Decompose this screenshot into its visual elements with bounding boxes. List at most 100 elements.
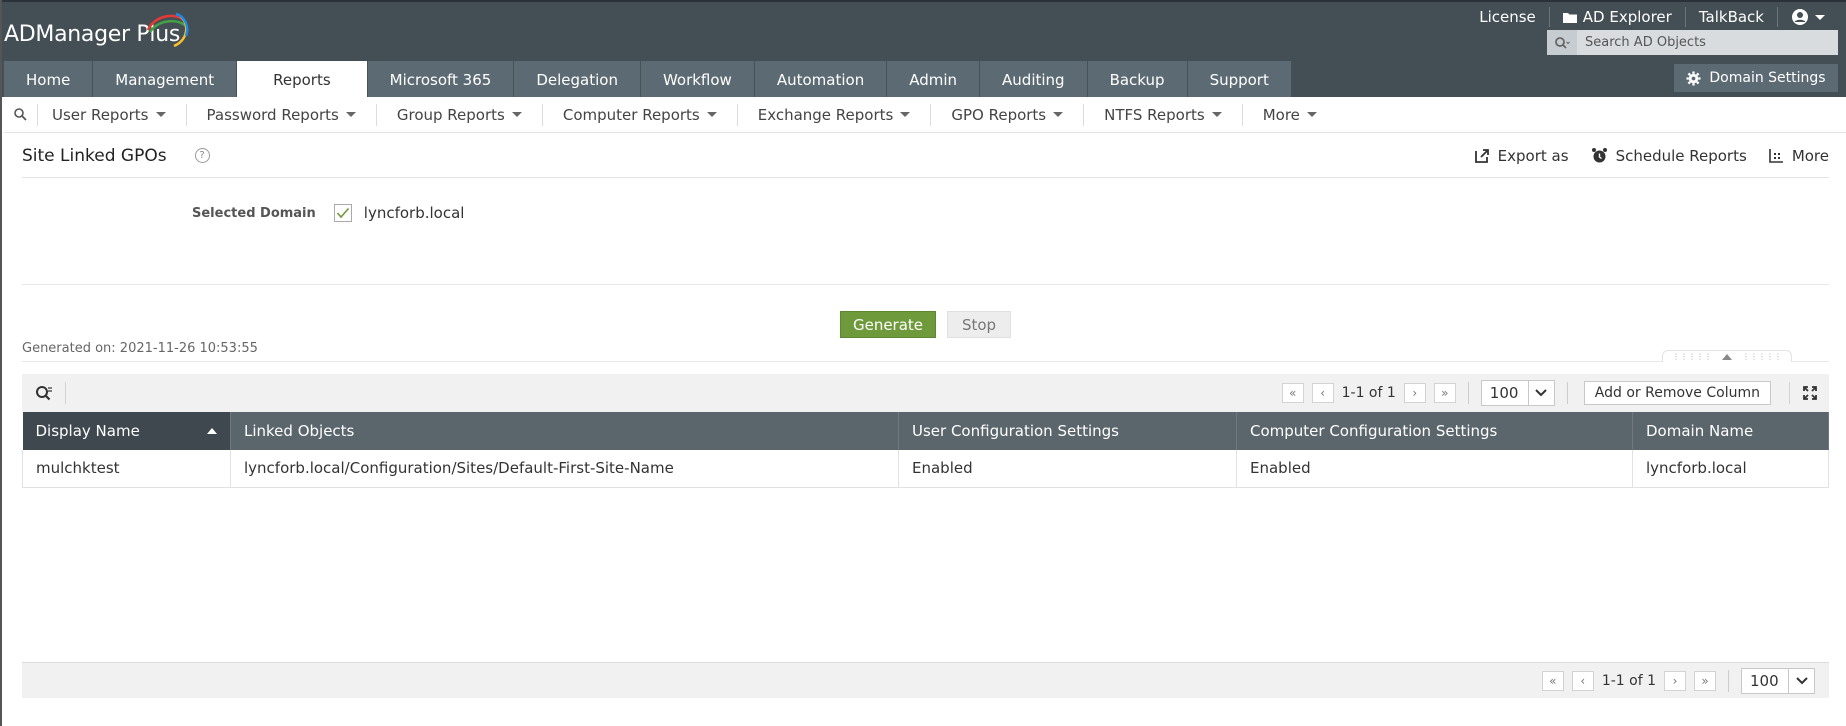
last-page-icon[interactable]: » bbox=[1694, 670, 1716, 691]
column-header-linked-objects[interactable]: Linked Objects bbox=[230, 412, 899, 450]
selected-domain-row: Selected Domain lyncforb.local bbox=[192, 204, 464, 222]
reports-subnav: User Reports Password Reports Group Repo… bbox=[4, 97, 1846, 133]
cell-linked-objects: lyncforb.local/Configuration/Sites/Defau… bbox=[230, 450, 899, 488]
tab-support[interactable]: Support bbox=[1187, 61, 1292, 99]
tab-microsoft-365[interactable]: Microsoft 365 bbox=[367, 61, 515, 99]
top-links: License AD Explorer TalkBack bbox=[1466, 6, 1838, 28]
column-header-display-name[interactable]: Display Name bbox=[22, 412, 231, 450]
export-icon bbox=[1474, 148, 1489, 163]
tab-home[interactable]: Home bbox=[4, 61, 94, 99]
chevron-down-icon bbox=[1815, 14, 1825, 20]
subnav-computer-reports[interactable]: Computer Reports bbox=[543, 103, 738, 126]
column-header-user-config[interactable]: User Configuration Settings bbox=[898, 412, 1237, 450]
report-actions: Export as Schedule Reports More bbox=[1474, 147, 1829, 165]
help-icon[interactable]: ? bbox=[194, 148, 210, 163]
chevron-down-icon bbox=[1306, 112, 1317, 117]
talkback-link[interactable]: TalkBack bbox=[1686, 7, 1778, 27]
app-frame: ADManager Plus License AD Explorer TalkB… bbox=[0, 0, 1846, 726]
subnav-password-reports[interactable]: Password Reports bbox=[187, 103, 377, 126]
cell-computer-config: Enabled bbox=[1236, 450, 1633, 488]
license-link[interactable]: License bbox=[1466, 7, 1550, 27]
pager-text: 1-1 of 1 bbox=[1341, 385, 1396, 401]
add-remove-column-button[interactable]: Add or Remove Column bbox=[1583, 381, 1771, 405]
chevron-down-icon bbox=[511, 112, 522, 117]
chevron-down-icon bbox=[900, 112, 911, 117]
page-size-select[interactable]: 100 bbox=[1480, 380, 1555, 406]
subnav-more[interactable]: More bbox=[1243, 104, 1337, 126]
subnav-user-reports[interactable]: User Reports bbox=[38, 103, 187, 126]
user-avatar-icon bbox=[1792, 9, 1808, 25]
page-size-select[interactable]: 100 bbox=[1741, 667, 1815, 694]
report-title-bar: Site Linked GPOs ? Export as Schedule Re… bbox=[22, 134, 1829, 178]
domain-settings-button[interactable]: Domain Settings bbox=[1674, 64, 1838, 92]
grid-toolbar: « ‹ 1-1 of 1 › » 100 Add or Remove Colum… bbox=[22, 374, 1829, 412]
cell-display-name: mulchktest bbox=[22, 450, 231, 488]
cell-domain-name: lyncforb.local bbox=[1632, 450, 1829, 488]
top-header: ADManager Plus License AD Explorer TalkB… bbox=[2, 0, 1846, 99]
main-tabs: Home Management Reports Microsoft 365 De… bbox=[4, 61, 1292, 99]
export-as-button[interactable]: Export as bbox=[1474, 147, 1569, 165]
prev-page-icon[interactable]: ‹ bbox=[1311, 383, 1334, 403]
column-header-computer-config[interactable]: Computer Configuration Settings bbox=[1236, 412, 1633, 450]
chevron-up-icon bbox=[1722, 353, 1732, 360]
next-page-icon[interactable]: › bbox=[1403, 383, 1426, 403]
chevron-down-icon bbox=[1788, 668, 1814, 693]
fullscreen-icon[interactable] bbox=[1789, 382, 1829, 404]
user-menu[interactable] bbox=[1778, 7, 1838, 27]
tab-delegation[interactable]: Delegation bbox=[514, 61, 641, 99]
tab-auditing[interactable]: Auditing bbox=[980, 61, 1088, 99]
folder-icon bbox=[1562, 13, 1577, 23]
schedule-reports-button[interactable]: Schedule Reports bbox=[1591, 147, 1747, 165]
checkmark-icon bbox=[336, 207, 349, 219]
divider bbox=[1566, 382, 1568, 404]
tab-workflow[interactable]: Workflow bbox=[640, 61, 755, 99]
bottom-pager-bar: « ‹ 1-1 of 1 › » 100 bbox=[22, 662, 1829, 698]
next-page-icon[interactable]: › bbox=[1664, 670, 1686, 691]
tab-management[interactable]: Management bbox=[93, 61, 238, 99]
search-input[interactable] bbox=[1577, 30, 1838, 55]
top-pager: « ‹ 1-1 of 1 › » 100 Add or Remove Colum… bbox=[1281, 380, 1829, 406]
tab-automation[interactable]: Automation bbox=[754, 61, 888, 99]
cell-user-config: Enabled bbox=[898, 450, 1237, 488]
subnav-gpo-reports[interactable]: GPO Reports bbox=[931, 103, 1085, 126]
table-row[interactable]: mulchktest lyncforb.local/Configuration/… bbox=[22, 450, 1829, 488]
table-header-row: Display Name Linked Objects User Configu… bbox=[22, 412, 1829, 450]
chevron-down-icon bbox=[155, 112, 166, 117]
pager-text: 1-1 of 1 bbox=[1601, 672, 1656, 689]
first-page-icon[interactable]: « bbox=[1541, 670, 1564, 691]
ad-explorer-link[interactable]: AD Explorer bbox=[1550, 7, 1686, 27]
prev-page-icon[interactable]: ‹ bbox=[1571, 670, 1594, 691]
stop-button[interactable]: Stop bbox=[947, 311, 1011, 338]
last-page-icon[interactable]: » bbox=[1433, 383, 1456, 403]
divider bbox=[22, 361, 1829, 362]
selected-domain-value: lyncforb.local bbox=[363, 204, 465, 222]
chevron-down-icon bbox=[1053, 112, 1064, 117]
generated-on-text: Generated on: 2021-11-26 10:53:55 bbox=[22, 341, 258, 356]
first-page-icon[interactable]: « bbox=[1281, 383, 1304, 403]
column-header-domain-name[interactable]: Domain Name bbox=[1632, 412, 1829, 450]
domain-checkbox[interactable] bbox=[333, 204, 352, 222]
divider bbox=[1467, 382, 1469, 404]
collapse-filter-tab[interactable]: ⋮⋮⋮⋮⋮ ⋮⋮⋮⋮⋮ bbox=[1662, 350, 1792, 362]
report-table: Display Name Linked Objects User Configu… bbox=[22, 412, 1829, 488]
subnav-ntfs-reports[interactable]: NTFS Reports bbox=[1084, 103, 1243, 126]
gear-icon bbox=[1686, 70, 1701, 86]
subnav-exchange-reports[interactable]: Exchange Reports bbox=[738, 103, 932, 126]
chevron-down-icon bbox=[345, 112, 356, 117]
tab-backup[interactable]: Backup bbox=[1087, 61, 1188, 99]
more-actions-button[interactable]: More bbox=[1769, 147, 1829, 165]
page-title: Site Linked GPOs bbox=[22, 145, 167, 166]
report-search-icon[interactable] bbox=[4, 103, 38, 126]
tab-reports[interactable]: Reports bbox=[237, 61, 368, 99]
ad-objects-search bbox=[1547, 30, 1838, 55]
tab-admin[interactable]: Admin bbox=[887, 61, 981, 99]
logo-swoosh-icon bbox=[146, 12, 189, 48]
grip-icon: ⋮⋮⋮⋮⋮ bbox=[1672, 352, 1712, 361]
generate-button[interactable]: Generate bbox=[840, 311, 936, 338]
grip-icon: ⋮⋮⋮⋮⋮ bbox=[1742, 352, 1782, 361]
search-icon[interactable] bbox=[1547, 30, 1577, 55]
grid-search-icon[interactable] bbox=[22, 382, 66, 404]
chevron-down-icon bbox=[1211, 112, 1222, 117]
subnav-group-reports[interactable]: Group Reports bbox=[377, 103, 543, 126]
divider bbox=[22, 284, 1829, 285]
